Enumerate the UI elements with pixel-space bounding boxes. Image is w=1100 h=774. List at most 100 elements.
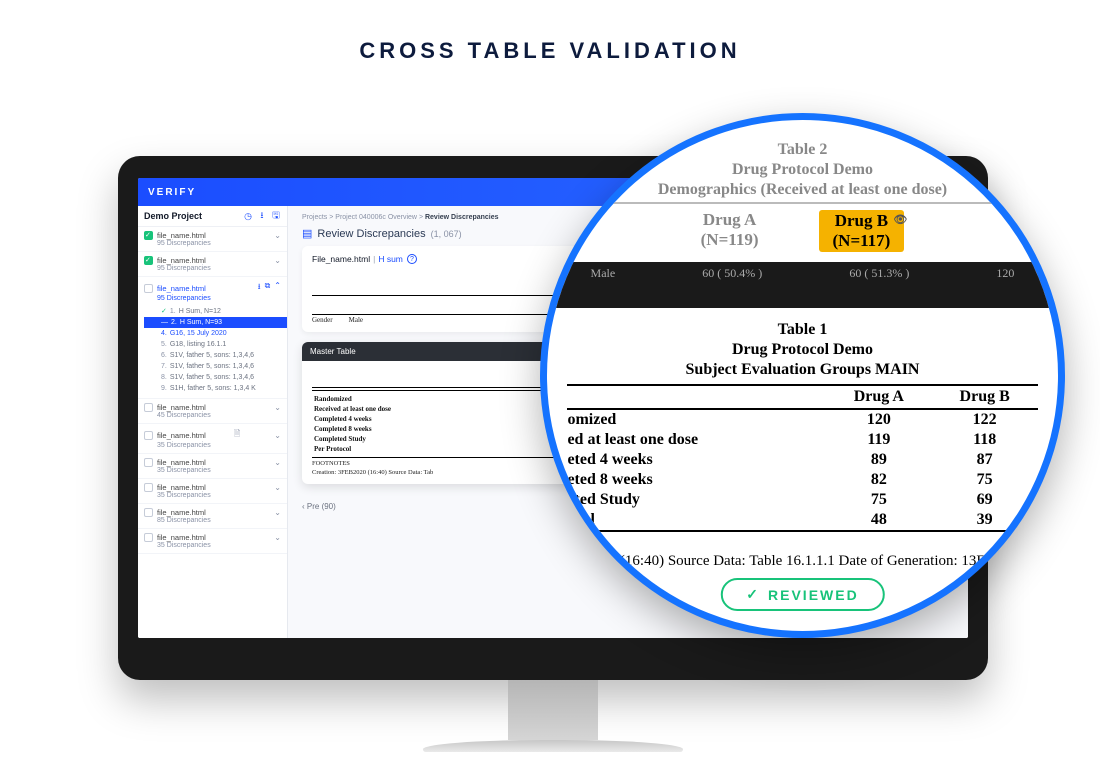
file-card-name: File_name.html [312,254,370,264]
file-item[interactable]: file_name.html⌄ 35 Discrepancies [138,529,287,554]
sidebar-header: Demo Project ◷ ⭳ 🖫 [138,206,287,227]
note-icon[interactable]: 🗎 [234,428,240,442]
crumb-link[interactable]: Projects [302,214,327,221]
page-title: CROSS TABLE VALIDATION [0,38,1100,64]
copy-icon[interactable]: ⧉ [265,281,271,295]
sub-item[interactable]: 5.G18, listing 16.1.1 [158,339,281,350]
table-row: eted 8 weeks [567,470,826,490]
check-icon: ✓ [161,307,167,315]
table2-subtitle: Demographics (Received at least one dose… [547,180,1058,200]
sub-item[interactable]: 6.S1V, father 5, sons: 1,3,4,6 [158,350,281,361]
reviewed-label: REVIEWED [768,587,859,603]
table-cell: 120 [826,409,932,430]
checkbox-icon[interactable] [144,231,153,240]
checkbox-icon[interactable] [144,458,153,467]
dark-strip: Male 60 ( 50.4% ) 60 ( 51.3% ) 120 [547,262,1058,308]
table-cell: 69 [932,490,1038,510]
save-icon[interactable]: 🖫 [271,211,281,221]
sub-item-selected[interactable]: —2.H Sum, N=93 [144,317,287,328]
checkbox-icon[interactable] [144,256,153,265]
chevron-up-icon[interactable]: ⌃ [274,281,281,295]
sub-idx: 5. [161,341,167,348]
table2-header: Table 2 Drug Protocol Demo Demographics … [547,140,1058,200]
table1-subtitle: Subject Evaluation Groups MAIN [547,360,1058,380]
col-n: (N=119) [701,230,759,250]
checkbox-icon[interactable] [144,403,153,412]
table1-footnotes: TES EB2020 (16:40) Source Data: Table 16… [547,532,1058,570]
table-cell: 89 [826,450,932,470]
prev-label: Pre (90) [307,502,336,511]
clock-icon[interactable]: ◷ [243,211,253,221]
chevron-down-icon[interactable]: ⌄ [274,508,281,517]
sub-idx: 9. [161,385,167,392]
file-item[interactable]: file_name.html🗎⌄ 35 Discrepancies [138,424,287,454]
file-name: file_name.html [157,403,206,412]
sidebar: Demo Project ◷ ⭳ 🖫 file_name.html⌄ 95 Di… [138,206,288,638]
download-icon[interactable]: ⭳ [258,281,261,295]
table1: Drug ADrug B omized120122 ed at least on… [567,384,1037,532]
chevron-down-icon[interactable]: ⌄ [274,256,281,265]
review-count: (1, 067) [431,229,462,239]
sub-item[interactable]: 4.G16, 15 July 2020 [158,328,281,339]
sub-item[interactable]: ✓1.H Sum, N=12 [158,305,281,317]
checkbox-icon[interactable] [144,508,153,517]
col-n: (N=117) [833,231,891,251]
file-card-selection: H sum [378,254,403,264]
strip-val: 60 ( 51.3% ) [849,266,909,281]
col-header: Drug B [932,385,1038,409]
table-row: ocol [567,510,826,531]
table1-header: Table 1 Drug Protocol Demo Subject Evalu… [547,320,1058,380]
table-row: omized [567,409,826,430]
table-cell: 82 [826,470,932,490]
chevron-down-icon[interactable]: ⌄ [274,231,281,240]
crumb-link[interactable]: Project 040006c Overview [335,214,417,221]
download-icon[interactable]: ⭳ [257,211,267,221]
file-item[interactable]: file_name.html⌄ 35 Discrepancies [138,454,287,479]
monitor-stand-neck [508,680,598,740]
brand-logo: VERIFY [148,187,196,198]
sub-idx: 7. [161,363,167,370]
crumb-current: Review Discrepancies [425,214,499,221]
file-name: file_name.html [157,284,206,293]
file-item-active[interactable]: file_name.html ⭳⧉⌃ 95 Discrepancies ✓1.H… [138,277,287,399]
chevron-down-icon[interactable]: ⌄ [274,403,281,412]
sub-label: G16, 15 July 2020 [170,330,227,337]
dash-icon: — [161,319,168,326]
reviewed-button[interactable]: ✓ REVIEWED [720,578,884,611]
sub-label: S1H, father 5, sons: 1,3,4 K [170,385,256,392]
separator: | [373,254,375,264]
chevron-down-icon[interactable]: ⌄ [274,458,281,467]
sub-item[interactable]: 8.S1V, father 5, sons: 1,3,4,6 [158,372,281,383]
info-icon[interactable]: ? [407,254,417,264]
chevron-down-icon[interactable]: ⌄ [274,431,281,440]
file-item[interactable]: file_name.html ⌄ 45 Discrepancies [138,399,287,424]
checkbox-icon[interactable] [144,483,153,492]
table-icon: ▤ [302,227,312,240]
file-item[interactable]: file_name.html⌄ 95 Discrepancies [138,227,287,252]
checkbox-icon[interactable] [144,431,153,440]
prev-button[interactable]: ‹ Pre (90) [302,502,336,511]
file-item[interactable]: file_name.html⌄ 35 Discrepancies [138,479,287,504]
eye-icon[interactable]: 👁 [893,213,907,226]
sub-idx: 4. [161,330,167,337]
file-count: 85 Discrepancies [157,517,281,524]
footnotes-line: EB2020 (16:40) Source Data: Table 16.1.1… [567,553,1004,569]
file-count: 95 Discrepancies [157,265,281,272]
checkbox-icon[interactable] [144,284,153,293]
sub-idx: 6. [161,352,167,359]
table-cell: 75 [826,490,932,510]
sub-item[interactable]: 9.S1H, father 5, sons: 1,3,4 K [158,383,281,394]
chevron-down-icon[interactable]: ⌄ [274,533,281,542]
table-row: ed at least one dose [567,430,826,450]
table-cell: 119 [826,430,932,450]
sub-item[interactable]: 7.S1V, father 5, sons: 1,3,4,6 [158,361,281,372]
file-item[interactable]: file_name.html⌄ 85 Discrepancies [138,504,287,529]
chevron-down-icon[interactable]: ⌄ [274,483,281,492]
checkbox-icon[interactable] [144,533,153,542]
file-item[interactable]: file_name.html⌄ 95 Discrepancies [138,252,287,277]
file-count: 45 Discrepancies [157,412,281,419]
file-count: 35 Discrepancies [157,442,281,449]
table-row: eted Study [567,490,826,510]
file-name: file_name.html [157,231,206,240]
col-label: Drug A [701,210,759,230]
